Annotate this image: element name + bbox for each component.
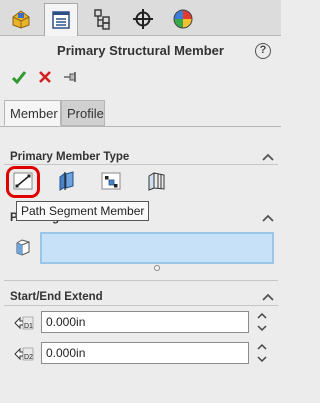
face-member-icon <box>148 172 165 191</box>
section-divider <box>4 280 278 281</box>
resize-handle[interactable] <box>154 265 160 271</box>
extend-d1-icon-wrap: D1 <box>13 313 35 333</box>
cancel-button[interactable] <box>34 66 56 88</box>
collapse-chevron-icon[interactable] <box>262 152 274 162</box>
appearance-sphere-icon <box>173 9 193 29</box>
crosshair-icon <box>133 9 153 29</box>
tabs-divider <box>0 126 281 127</box>
section-title-start-end-extend: Start/End Extend <box>10 291 103 303</box>
spin-down-icon[interactable] <box>255 322 268 334</box>
path-segments-selection-box[interactable] <box>40 232 274 264</box>
face-member-button[interactable] <box>145 170 169 192</box>
feature-manager-tab[interactable] <box>4 3 38 35</box>
pushpin-icon <box>64 72 76 82</box>
section-title-primary-member-type: Primary Member Type <box>10 151 130 163</box>
top-tab-strip <box>0 0 281 36</box>
reference-plane-member-button[interactable] <box>55 170 79 192</box>
pin-button[interactable] <box>60 66 82 88</box>
x-icon <box>39 71 51 83</box>
points-member-icon <box>101 172 121 190</box>
feature-manager-icon <box>12 10 30 29</box>
collapse-chevron-icon[interactable] <box>262 292 274 302</box>
ok-button[interactable] <box>8 66 30 88</box>
collapse-chevron-icon[interactable] <box>262 213 274 223</box>
tooltip: Path Segment Member <box>16 201 150 221</box>
end-extend-spinner[interactable] <box>255 341 268 365</box>
end-extend-input[interactable] <box>41 342 249 364</box>
extend-d2-icon: D2 <box>14 347 34 361</box>
configuration-manager-tab[interactable] <box>85 3 119 35</box>
property-manager-icon <box>52 11 70 29</box>
property-manager-tab[interactable] <box>44 3 78 36</box>
start-extend-spinner[interactable] <box>255 310 268 334</box>
tab-profile[interactable]: Profile <box>61 100 105 126</box>
section-divider <box>4 305 278 306</box>
section-divider <box>4 164 278 165</box>
display-manager-tab[interactable] <box>166 3 200 35</box>
extend-d2-icon-wrap: D2 <box>13 344 35 364</box>
check-icon <box>11 71 27 85</box>
spin-up-icon[interactable] <box>255 341 268 353</box>
spin-up-icon[interactable] <box>255 310 268 322</box>
dimxpert-manager-tab[interactable] <box>126 3 160 35</box>
tab-member[interactable]: Member <box>4 100 61 126</box>
start-extend-input[interactable] <box>41 311 249 333</box>
selected-button-highlight <box>6 166 40 198</box>
reference-plane-member-icon <box>59 171 74 191</box>
help-button[interactable]: ? <box>255 43 271 59</box>
page-title: Primary Structural Member <box>57 43 224 58</box>
d1-label: D1 <box>24 323 33 330</box>
extend-d1-icon: D1 <box>14 316 34 330</box>
points-member-button[interactable] <box>99 170 123 192</box>
spin-down-icon[interactable] <box>255 353 268 365</box>
configuration-manager-icon <box>94 9 110 30</box>
segment-selection-icon <box>16 239 30 256</box>
d2-label: D2 <box>24 354 33 361</box>
path-segment-selection-icon-wrap <box>13 237 35 257</box>
